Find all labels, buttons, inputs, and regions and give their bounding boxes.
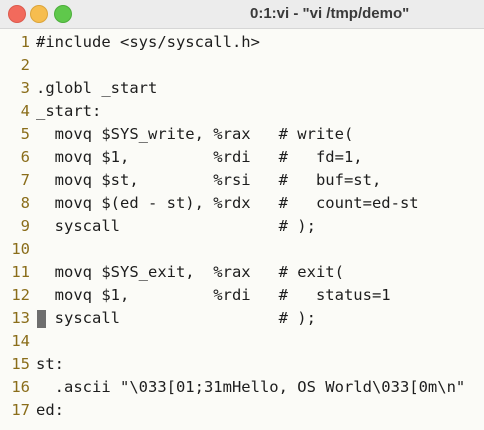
code-text[interactable]: _start: <box>36 100 101 123</box>
code-text[interactable]: st: <box>36 353 64 376</box>
code-text[interactable]: movq $1, %rdi # status=1 <box>36 284 391 307</box>
code-text[interactable]: syscall # ); <box>36 215 316 238</box>
line-number: 11 <box>11 263 30 281</box>
code-text[interactable]: #include <sys/syscall.h> <box>36 31 260 54</box>
close-button[interactable] <box>8 5 26 23</box>
line-number: 14 <box>11 332 30 350</box>
maximize-button[interactable] <box>54 5 72 23</box>
line-number: 10 <box>11 240 30 258</box>
code-text[interactable]: movq $(ed - st), %rdx # count=ed-st <box>36 192 419 215</box>
title-bar[interactable]: 0:1:vi - "vi /tmp/demo" <box>0 0 484 29</box>
line-number: 7 <box>20 171 30 189</box>
code-text[interactable]: movq $1, %rdi # fd=1, <box>36 146 363 169</box>
code-text[interactable]: syscall # ); <box>36 307 316 330</box>
code-text[interactable]: .globl _start <box>36 77 157 100</box>
line-number: 1 <box>20 33 30 51</box>
line-number: 8 <box>20 194 30 212</box>
code-text[interactable]: .ascii "\033[01;31mHello, OS World\033[0… <box>36 376 466 399</box>
line-number: 9 <box>20 217 30 235</box>
code-text[interactable]: movq $SYS_exit, %rax # exit( <box>36 261 344 284</box>
line-number: 16 <box>11 378 30 396</box>
minimize-button[interactable] <box>30 5 48 23</box>
line-number: 17 <box>11 401 30 419</box>
line-number: 4 <box>20 102 30 120</box>
line-number: 6 <box>20 148 30 166</box>
terminal-window: 0:1:vi - "vi /tmp/demo" 1 #include <sys/s… <box>0 0 484 430</box>
vi-editor[interactable]: 1 #include <sys/syscall.h> 2 3 .globl _sta… <box>0 31 484 430</box>
line-number: 3 <box>20 79 30 97</box>
code-text[interactable]: movq $SYS_write, %rax # write( <box>36 123 354 146</box>
line-number: 12 <box>11 286 30 304</box>
line-number: 5 <box>20 125 30 143</box>
line-number: 15 <box>11 355 30 373</box>
line-number: 2 <box>20 56 30 74</box>
code-text[interactable]: ed: <box>36 399 64 422</box>
line-number: 13 <box>11 309 30 327</box>
code-text[interactable]: movq $st, %rsi # buf=st, <box>36 169 382 192</box>
window-title: 0:1:vi - "vi /tmp/demo" <box>250 5 410 22</box>
